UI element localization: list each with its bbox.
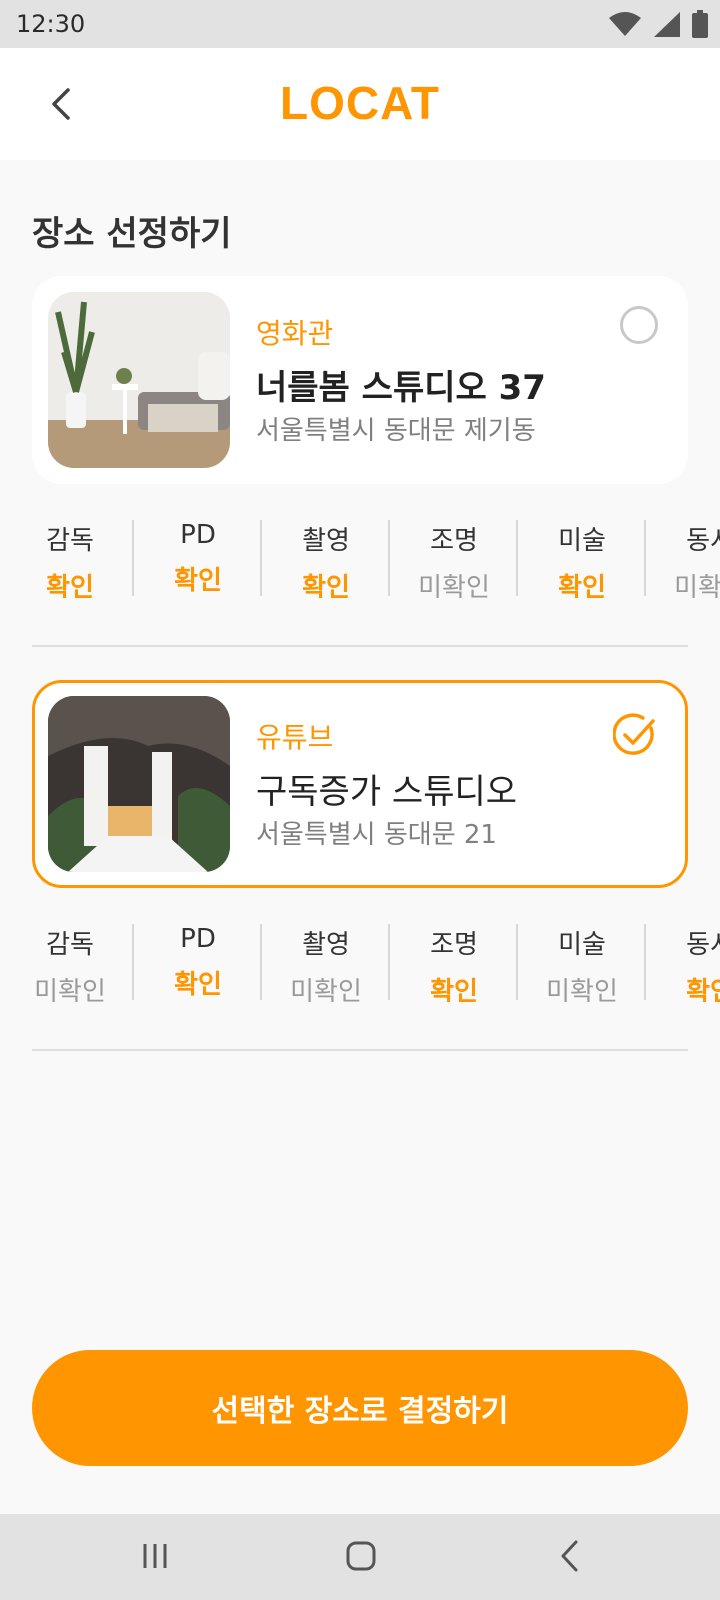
role-item: 감독확인 <box>6 516 134 598</box>
role-status-row-1: 감독확인 PD 확인 촬영확인 조명미확인 미술확인 동시미확인 <box>0 516 720 598</box>
role-status: 미확인 <box>34 977 106 1002</box>
app-bar: LOCAT <box>0 48 720 160</box>
location-category: 영화관 <box>256 317 334 350</box>
location-thumbnail <box>48 292 230 468</box>
check-circle-icon[interactable] <box>613 713 657 757</box>
recent-apps-icon <box>143 1544 167 1568</box>
role-item: 촬영미확인 <box>262 920 390 1002</box>
role-name: 촬영 <box>302 526 350 556</box>
role-item: 조명미확인 <box>390 516 518 598</box>
section-divider <box>32 645 688 647</box>
battery-icon <box>692 10 708 38</box>
role-status: 확인 <box>430 977 478 1002</box>
role-item: 미술확인 <box>518 516 646 598</box>
home-button[interactable] <box>336 1534 386 1578</box>
role-name: 조명 <box>430 526 478 556</box>
nav-back-button[interactable] <box>544 1534 594 1578</box>
role-name: 동시 <box>686 930 720 960</box>
location-category: 유튜브 <box>256 721 334 754</box>
recent-apps-button[interactable] <box>130 1534 180 1578</box>
role-status: 확인 <box>174 970 222 1000</box>
role-status: 미확인 <box>290 977 362 1002</box>
location-card-1[interactable]: 영화관 너를봄 스튜디오 37 서울특별시 동대문 제기동 <box>32 276 688 484</box>
role-name: 조명 <box>430 930 478 960</box>
role-name: 동시 <box>686 526 720 556</box>
role-item: 감독미확인 <box>6 920 134 1002</box>
section-title: 장소 선정하기 <box>32 214 232 254</box>
system-nav-bar <box>0 1514 720 1600</box>
role-name: 감독 <box>46 930 94 960</box>
role-item: 촬영확인 <box>262 516 390 598</box>
section-divider <box>32 1049 688 1051</box>
location-name: 너를봄 스튜디오 37 <box>256 368 546 408</box>
role-name: 미술 <box>558 930 606 960</box>
location-address: 서울특별시 동대문 21 <box>256 820 497 850</box>
role-item: 미술미확인 <box>518 920 646 1002</box>
select-radio[interactable] <box>620 306 658 344</box>
role-status: 미확인 <box>546 977 618 1002</box>
role-status: 확인 <box>686 977 720 1002</box>
wifi-icon <box>609 12 641 36</box>
role-status: 확인 <box>302 573 350 598</box>
location-thumbnail <box>48 696 230 872</box>
role-name: 감독 <box>46 526 94 556</box>
home-icon <box>346 1541 376 1571</box>
role-status: 미확인 <box>418 573 490 598</box>
role-status: 확인 <box>558 573 606 598</box>
role-item: 조명확인 <box>390 920 518 1002</box>
back-icon <box>561 1540 578 1572</box>
status-time: 12:30 <box>16 10 86 38</box>
confirm-location-button[interactable]: 선택한 장소로 결정하기 <box>32 1350 688 1466</box>
cave-studio-photo <box>48 696 230 872</box>
location-address: 서울특별시 동대문 제기동 <box>256 416 536 446</box>
location-name: 구독증가 스튜디오 <box>256 772 518 812</box>
role-name: PD <box>180 520 216 550</box>
app-title: LOCAT <box>279 77 440 129</box>
role-name: 촬영 <box>302 930 350 960</box>
living-room-photo <box>48 292 230 468</box>
role-name: 미술 <box>558 526 606 556</box>
role-status: 미확인 <box>674 573 720 598</box>
location-card-2[interactable]: 유튜브 구독증가 스튜디오 서울특별시 동대문 21 <box>32 680 688 888</box>
role-item: PD 확인 <box>134 920 262 1002</box>
role-item: 동시확인 <box>646 920 720 1002</box>
status-bar: 12:30 <box>0 0 720 48</box>
role-status: 확인 <box>46 573 94 598</box>
signal-icon <box>654 12 680 37</box>
status-icons <box>608 10 708 38</box>
role-status: 확인 <box>174 566 222 596</box>
role-item: 동시미확인 <box>646 516 720 598</box>
role-status-row-2: 감독미확인 PD 확인 촬영미확인 조명확인 미술미확인 동시확인 <box>0 920 720 1002</box>
role-name: PD <box>180 924 216 954</box>
role-item: PD 확인 <box>134 516 262 598</box>
